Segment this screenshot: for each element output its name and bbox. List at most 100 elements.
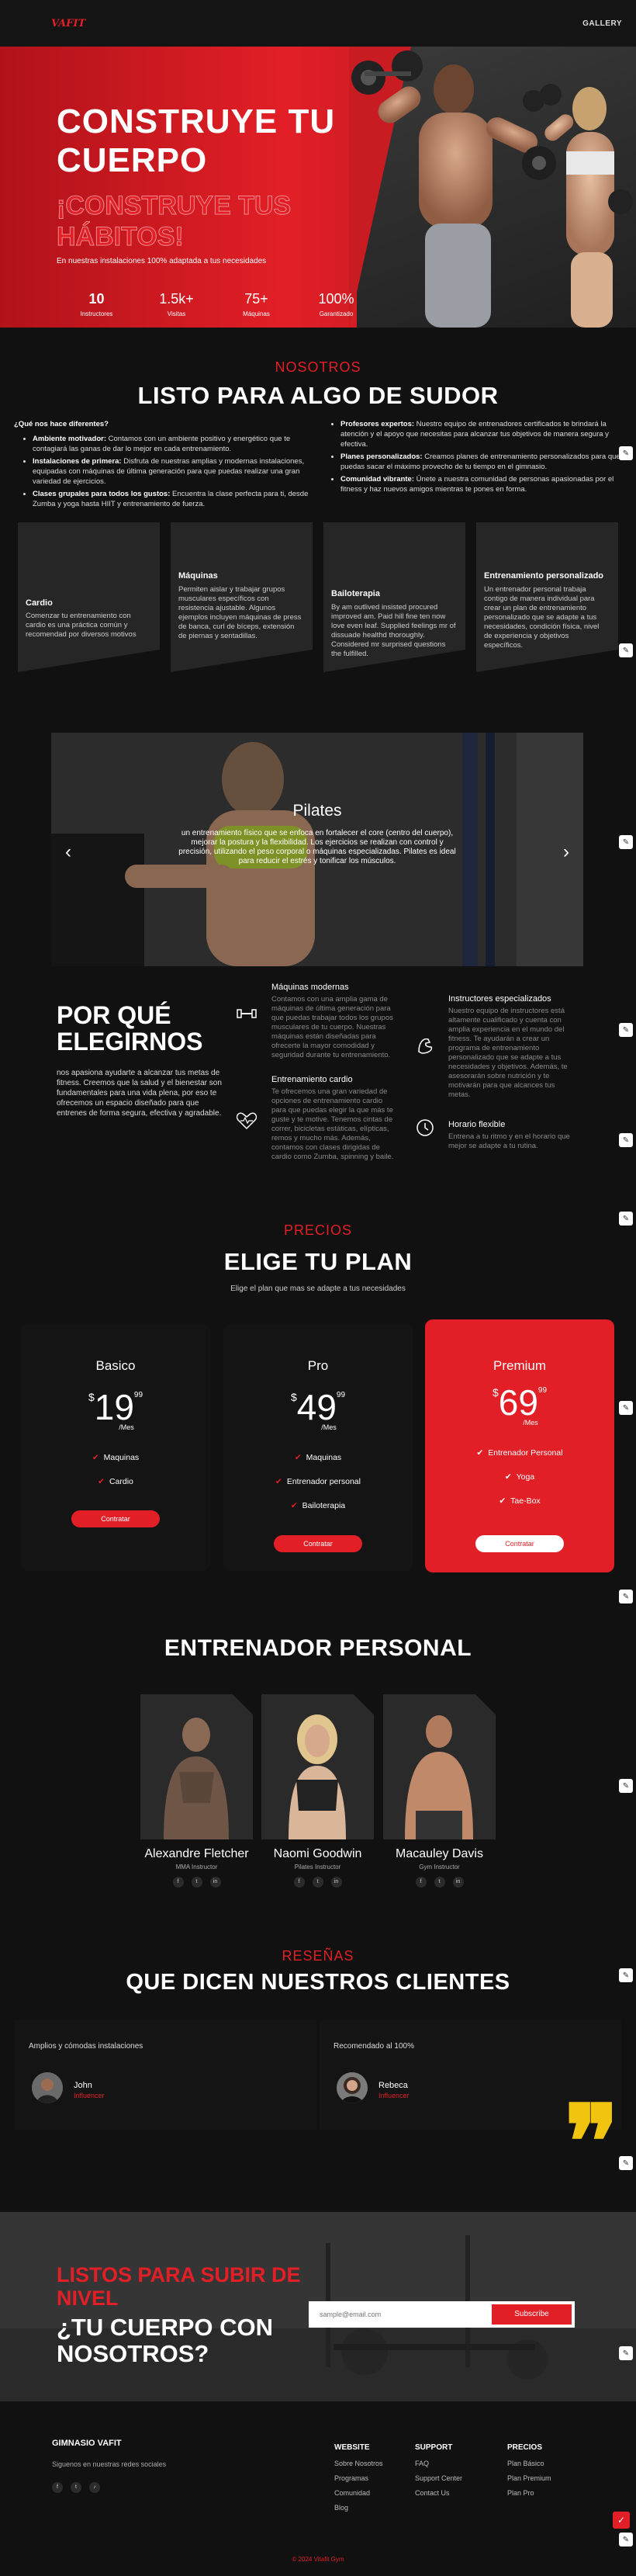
footer-link[interactable]: Support Center bbox=[415, 2474, 462, 2482]
pricing-heading: ELIGE TU PLAN bbox=[223, 1248, 413, 1275]
contratar-button[interactable]: Contratar bbox=[475, 1535, 564, 1552]
service-card-personal[interactable]: Entrenamiento personalizado Un entrenado… bbox=[476, 522, 618, 672]
feature-desc: Contamos con una amplia gama de máquinas… bbox=[271, 995, 393, 1059]
trainer-card[interactable]: Macauley Davis Gym Instructor f t in bbox=[383, 1694, 496, 1888]
plan-card-pro: Pro $4999 /Mes ✔ Maquinas ✔ Entrenador per… bbox=[223, 1324, 413, 1571]
subscribe-form: Subscribe bbox=[309, 2301, 575, 2328]
linkedin-icon[interactable]: in bbox=[209, 1877, 221, 1888]
pricing-subtitle: Elige el plan que mas se adapte a tus ne… bbox=[230, 1285, 406, 1293]
linkedin-icon[interactable]: in bbox=[452, 1877, 464, 1888]
plan-name: Pro bbox=[307, 1358, 329, 1373]
service-desc: Un entrenador personal trabaja contigo d… bbox=[484, 585, 600, 650]
twitter-icon[interactable]: t bbox=[71, 2482, 81, 2493]
contratar-button[interactable]: Contratar bbox=[71, 1510, 160, 1527]
edit-icon[interactable]: ✎ bbox=[619, 2533, 633, 2547]
footer-link[interactable]: Plan Pro bbox=[507, 2489, 551, 2497]
subscribe-button[interactable]: Subscribe bbox=[492, 2304, 572, 2325]
check-icon[interactable]: ✓ bbox=[613, 2512, 630, 2529]
footer-link[interactable]: Comunidad bbox=[334, 2489, 383, 2497]
subscribe-section: LISTOS PARA SUBIR DE NIVEL ¿TU CUERPO CO… bbox=[0, 2212, 636, 2401]
facebook-icon[interactable]: f bbox=[415, 1877, 427, 1888]
edit-icon[interactable]: ✎ bbox=[619, 1779, 633, 1793]
about-item: Instalaciones de primera: Disfruta de nu… bbox=[33, 456, 313, 487]
footer-link[interactable]: Sobre Nosotros bbox=[334, 2460, 383, 2467]
stat-label: Instructores bbox=[80, 310, 113, 317]
edit-icon[interactable]: ✎ bbox=[619, 835, 633, 849]
about-item: Ambiente motivador: Contamos con un ambi… bbox=[33, 434, 313, 454]
plan-feature: ✔ Tae-Box bbox=[499, 1496, 541, 1506]
about-item: Profesores expertos: Nuestro equipo de e… bbox=[340, 419, 624, 449]
hero-stats: 10 Instructores 1.5k+ Visitas 75+ Máquin… bbox=[57, 291, 376, 317]
plan-name: Premium bbox=[493, 1358, 546, 1373]
feature-title: Instructores especializados bbox=[448, 994, 551, 1004]
check-icon: ✔ bbox=[476, 1448, 484, 1458]
trainer-social: f t in bbox=[261, 1877, 374, 1888]
footer-link[interactable]: Plan Premium bbox=[507, 2474, 551, 2482]
footer-link[interactable]: Blog bbox=[334, 2504, 383, 2512]
stat-label: Garantizado bbox=[319, 310, 354, 317]
feature-maquinas: Máquinas modernas Contamos con una ampli… bbox=[271, 983, 396, 1060]
stat-visitas: 1.5k+ Visitas bbox=[137, 291, 216, 317]
edit-icon[interactable]: ✎ bbox=[619, 446, 633, 460]
tiktok-icon[interactable]: ♪ bbox=[89, 2482, 100, 2493]
footer-link[interactable]: Plan Básico bbox=[507, 2460, 551, 2467]
edit-icon[interactable]: ✎ bbox=[619, 2346, 633, 2360]
twitter-icon[interactable]: t bbox=[434, 1877, 445, 1888]
footer-link[interactable]: Contact Us bbox=[415, 2489, 462, 2497]
edit-icon[interactable]: ✎ bbox=[619, 1401, 633, 1415]
facebook-icon[interactable]: f bbox=[172, 1877, 184, 1888]
slider-prev-arrow-icon[interactable]: ‹ bbox=[65, 841, 71, 863]
trainer-card[interactable]: Naomi Goodwin Pilates Instructor f t in bbox=[261, 1694, 374, 1888]
stat-value: 75+ bbox=[244, 291, 268, 307]
testimonial-quote: Recomendado al 100% bbox=[334, 2042, 414, 2051]
edit-icon[interactable]: ✎ bbox=[619, 1212, 633, 1226]
about-item: Clases grupales para todos los gustos: E… bbox=[33, 489, 313, 509]
about-left-column: ¿Qué nos hace diferentes? Ambiente motiv… bbox=[14, 419, 313, 511]
feature-instructores: Instructores especializados Nuestro equi… bbox=[448, 994, 572, 1100]
edit-icon[interactable]: ✎ bbox=[619, 1590, 633, 1603]
plan-feature: ✔ Cardio bbox=[98, 1477, 133, 1486]
stat-instructores: 10 Instructores bbox=[57, 291, 137, 317]
plan-name: Basico bbox=[95, 1358, 136, 1373]
testimonial-quote: Amplios y cómodas instalaciones bbox=[29, 2042, 143, 2051]
email-input[interactable] bbox=[320, 2301, 459, 2328]
about-kicker: NOSOTROS bbox=[275, 359, 361, 375]
twitter-icon[interactable]: t bbox=[312, 1877, 323, 1888]
plan-feature: ✔ Maquinas bbox=[92, 1453, 140, 1462]
dumbbell-icon bbox=[236, 1006, 258, 1028]
plan-features: ✔ Maquinas ✔ Entrenador personal ✔ Bailoter… bbox=[223, 1450, 413, 1522]
edit-icon[interactable]: ✎ bbox=[619, 643, 633, 657]
cta-heading-white: ¿TU CUERPO CON NOSOTROS? bbox=[57, 2314, 273, 2367]
page: VAFIT GALLERY CONSTRUYE TU CUERPO ¡CONST… bbox=[0, 0, 636, 2576]
about-right-column: Profesores expertos: Nuestro equipo de e… bbox=[322, 419, 624, 497]
service-card-bailoterapia[interactable]: Bailoterapia By am outlived insisted pro… bbox=[323, 522, 465, 672]
linkedin-icon[interactable]: in bbox=[330, 1877, 342, 1888]
contratar-button[interactable]: Contratar bbox=[274, 1535, 362, 1552]
edit-icon[interactable]: ✎ bbox=[619, 1968, 633, 1982]
reviews-heading: QUE DICEN NUESTROS CLIENTES bbox=[126, 1970, 510, 1995]
service-card-cardio[interactable]: Cardio Comenzar tu entrenamiento con car… bbox=[18, 522, 160, 672]
facebook-icon[interactable]: f bbox=[52, 2482, 63, 2493]
service-card-maquinas[interactable]: Máquinas Permiten aislar y trabajar grup… bbox=[171, 522, 313, 672]
plan-price: $6999 /Mes bbox=[492, 1382, 548, 1427]
footer-link[interactable]: Programas bbox=[334, 2474, 383, 2482]
edit-icon[interactable]: ✎ bbox=[619, 2156, 633, 2170]
trainer-card[interactable]: Alexandre Fletcher MMA Instructor f t in bbox=[140, 1694, 253, 1888]
stat-label: Máquinas bbox=[243, 310, 270, 317]
slider-next-arrow-icon[interactable]: › bbox=[563, 841, 569, 863]
nav-gallery-link[interactable]: GALLERY bbox=[582, 19, 622, 28]
trainer-role: Gym Instructor bbox=[419, 1864, 460, 1870]
trainer-name: Macauley Davis bbox=[396, 1847, 483, 1860]
site-logo[interactable]: VAFIT bbox=[51, 18, 85, 29]
heartbeat-icon bbox=[236, 1111, 258, 1133]
slide-title: Pilates bbox=[292, 802, 342, 820]
edit-icon[interactable]: ✎ bbox=[619, 1023, 633, 1037]
slide-description: un entrenamiento físico que se enfoca en… bbox=[178, 829, 456, 865]
facebook-icon[interactable]: f bbox=[293, 1877, 305, 1888]
edit-icon[interactable]: ✎ bbox=[619, 1133, 633, 1147]
service-desc: Permiten aislar y trabajar grupos muscul… bbox=[178, 585, 302, 640]
check-icon: ✔ bbox=[290, 1501, 298, 1510]
twitter-icon[interactable]: t bbox=[191, 1877, 202, 1888]
footer-link[interactable]: FAQ bbox=[415, 2460, 462, 2467]
class-slider[interactable]: Pilates un entrenamiento físico que se e… bbox=[51, 733, 583, 966]
